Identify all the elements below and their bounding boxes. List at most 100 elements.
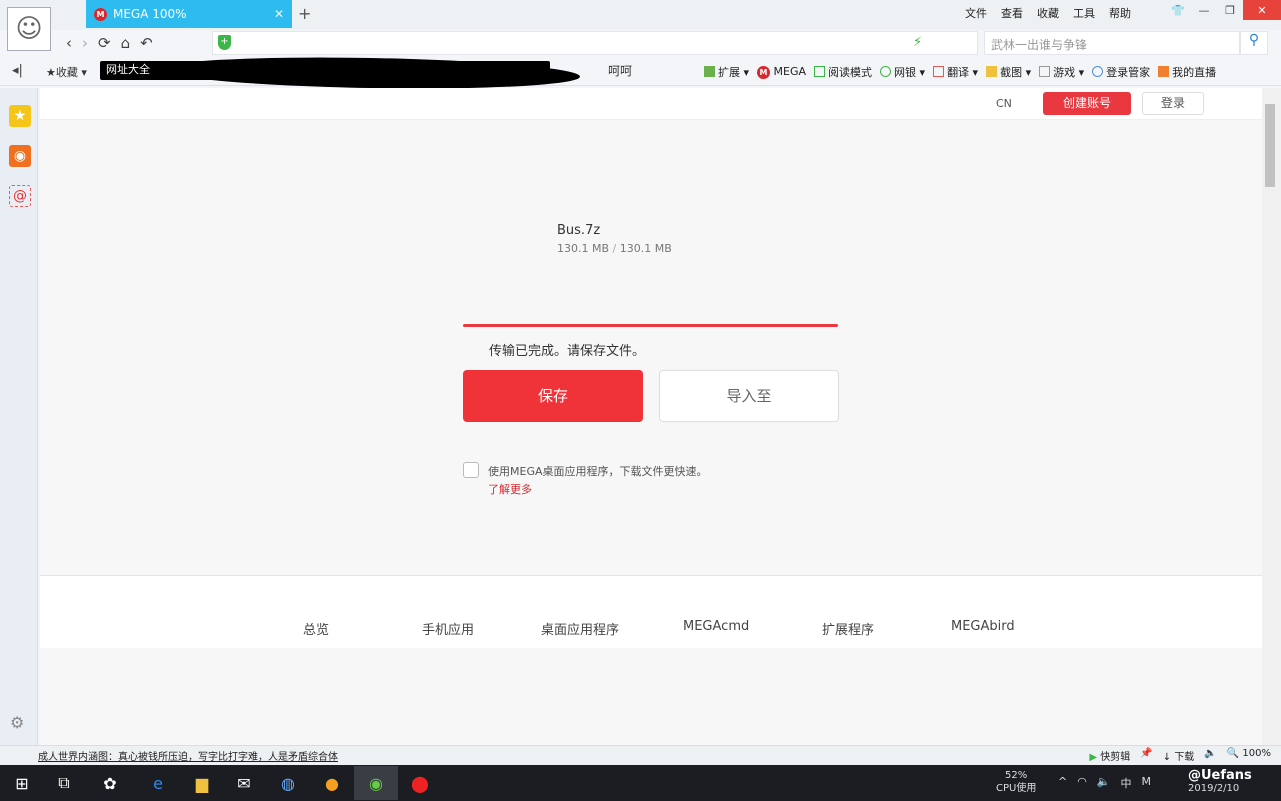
skin-icon[interactable]: 👕 [1165,0,1191,20]
login-manager-button[interactable]: 登录管家 [1092,64,1150,80]
tab-mega[interactable]: M MEGA 100% ✕ [86,0,292,28]
forward-icon[interactable]: › [82,34,88,52]
screenshot-button[interactable]: 截图 ▾ [986,64,1031,80]
label: 网银 [894,66,917,79]
close-window-button[interactable]: ✕ [1243,0,1281,20]
bank-icon [880,66,892,77]
file-size: 130.1 MB / 130.1 MB [557,242,672,255]
home-icon[interactable]: ⌂ [121,34,131,52]
zoom-level[interactable]: 🔍 100% [1227,748,1271,763]
bookmark-url-nav[interactable]: 网址大全 [100,63,150,76]
undo-icon[interactable]: ↶ [140,34,153,52]
label: 截图 [1000,66,1023,79]
refresh-icon[interactable]: ⟳ [98,34,111,52]
learn-more-link[interactable]: 了解更多 [488,481,532,497]
reader-mode-button[interactable]: 阅读模式 [814,64,872,80]
collapse-sidebar-icon[interactable]: ◂| [12,63,23,78]
book-icon [814,66,826,77]
bank-button[interactable]: 网银 ▾ [880,64,925,80]
mega-extension-button[interactable]: M MEGA [757,65,806,79]
live-button[interactable]: 我的直播 [1158,64,1216,80]
windows-start-icon[interactable]: ⊞ [0,766,44,800]
label: 阅读模式 [828,66,873,79]
menu-help[interactable]: 帮助 [1109,5,1131,21]
volume-icon[interactable]: 🔈 [1204,748,1216,763]
create-account-button[interactable]: 创建账号 [1043,92,1131,115]
settings-gear-icon[interactable]: ⚙ [10,713,24,732]
desktop-app-checkbox[interactable] [463,462,479,478]
weibo-icon[interactable]: ◉ [9,145,31,167]
system-tray: ^ ◠ 🔈 中 M [1058,775,1151,791]
mail-app-icon[interactable]: ✉ [222,766,266,800]
extensions-button[interactable]: 扩展 ▾ [704,64,749,80]
label: 登录管家 [1106,66,1151,79]
login-button[interactable]: 登录 [1142,92,1204,115]
favorites-button[interactable]: ★收藏 ▾ [46,64,87,80]
import-button[interactable]: 导入至 [659,370,839,422]
m-icon[interactable]: M [1142,775,1152,791]
back-icon[interactable]: ‹ [66,34,72,52]
file-name: Bus.7z [557,223,601,238]
footer-link-extensions[interactable]: 扩展程序 [822,619,874,638]
menu-view[interactable]: 查看 [1001,5,1023,21]
menu-file[interactable]: 文件 [965,5,987,21]
label: 翻译 [947,66,970,79]
menu-favorites[interactable]: 收藏 [1037,5,1059,21]
extension-toolbar: 扩展 ▾ M MEGA 阅读模式 网银 ▾ 翻译 ▾ 截图 ▾ 游戏 ▾ 登录管… [704,64,1216,80]
wifi-icon[interactable]: ◠ [1077,775,1087,791]
favorites-label: 收藏 [55,66,78,79]
cpu-label: CPU使用 [996,783,1037,794]
quick-cut-button[interactable]: ▶ 快剪辑 [1089,748,1130,763]
translate-icon [933,66,945,77]
chevron-up-icon[interactable]: ^ [1058,775,1067,791]
speed-mode-icon[interactable]: ⚡ [913,35,922,50]
download-button[interactable]: ↓ 下载 [1163,748,1195,763]
search-icon[interactable]: ⚲ [1240,31,1268,55]
pin-icon[interactable]: 📌 [1140,748,1152,763]
search-input[interactable]: 武林一出谁与争锋 [984,31,1240,55]
close-tab-icon[interactable]: ✕ [274,7,284,21]
translate-button[interactable]: 翻译 ▾ [933,64,978,80]
address-bar[interactable] [212,31,978,55]
mail-icon[interactable]: @ [9,185,31,207]
menu-bar: 文件 查看 收藏 工具 帮助 [965,5,1131,21]
extensions-icon [704,66,715,77]
minimize-button[interactable]: — [1191,0,1217,20]
new-tab-button[interactable]: + [298,4,311,23]
footer-link-overview[interactable]: 总览 [303,619,329,638]
restore-button[interactable]: ❐ [1217,0,1243,20]
menu-tools[interactable]: 工具 [1073,5,1095,21]
steam-icon[interactable]: ◍ [266,766,310,800]
footer-link-desktop[interactable]: 桌面应用程序 [541,619,619,638]
label: 快剪辑 [1100,752,1131,763]
label: MEGA [773,65,807,78]
downloaded-size: 130.1 MB [557,242,610,255]
label: 100% [1242,748,1271,759]
mega-icon: M [757,66,771,79]
language-selector[interactable]: CN [996,97,1012,110]
orange-app-icon[interactable]: ● [310,766,354,800]
save-button[interactable]: 保存 [463,370,643,422]
bookmark-hehe[interactable]: 呵呵 [608,62,632,79]
games-button[interactable]: 游戏 ▾ [1039,64,1084,80]
ime-indicator[interactable]: 中 [1121,775,1132,791]
edge-icon[interactable]: e [136,766,180,800]
scrollbar-thumb[interactable] [1265,104,1275,187]
file-explorer-icon[interactable]: ▆ [180,766,224,800]
footer-link-mobile[interactable]: 手机应用 [422,619,474,638]
browser-taskbar-icon[interactable]: ◉ [354,766,398,800]
nav-buttons: ‹ › ⟳ ⌂ ↶ [66,34,153,52]
user-avatar-icon[interactable]: ☺ [7,7,51,51]
tab-title: MEGA 100% [113,7,187,21]
recorder-icon[interactable]: ⬤ [398,766,442,800]
watermark: @Uefans [1188,768,1252,783]
footer-link-megacmd[interactable]: MEGAcmd [683,619,749,634]
task-view-icon[interactable]: ⧉ [42,766,86,800]
news-ticker-link[interactable]: 成人世界内涵图：真心被钱所压迫，写字比打字难，人是矛盾综合体 [38,748,338,763]
star-icon[interactable]: ★ [9,105,31,127]
speaker-icon[interactable]: 🔈 [1097,775,1111,791]
security-shield-icon: + [218,35,231,50]
app-icon[interactable]: ✿ [88,766,132,800]
clock[interactable]: @Uefans 2019/2/10 [1188,769,1252,795]
footer-link-megabird[interactable]: MEGAbird [951,619,1015,634]
